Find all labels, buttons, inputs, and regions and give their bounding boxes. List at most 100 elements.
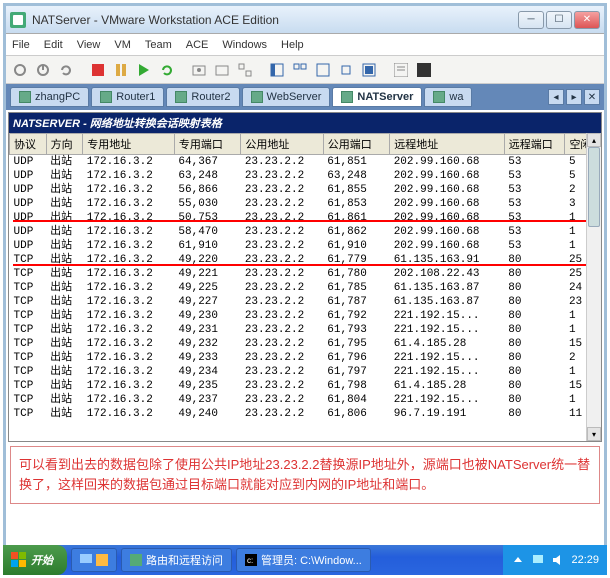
cell: 172.16.3.2 xyxy=(83,351,175,365)
table-row[interactable]: TCP出站172.16.3.249,23123.23.2.261,793221.… xyxy=(10,323,601,337)
cell: 172.16.3.2 xyxy=(83,239,175,253)
sidebar-icon[interactable] xyxy=(267,60,287,80)
summary-icon[interactable] xyxy=(391,60,411,80)
quicklaunch[interactable] xyxy=(71,548,117,572)
cell: 63,248 xyxy=(174,169,240,183)
cell: 202.99.160.68 xyxy=(390,197,505,211)
taskbar-item-rras[interactable]: 路由和远程访问 xyxy=(121,548,232,572)
cell: 80 xyxy=(504,281,565,295)
volume-icon[interactable] xyxy=(551,553,565,567)
column-header[interactable]: 协议 xyxy=(10,134,47,155)
table-row[interactable]: TCP出站172.16.3.249,23523.23.2.261,79861.4… xyxy=(10,379,601,393)
column-header[interactable]: 远程端口 xyxy=(504,134,565,155)
cell: 80 xyxy=(504,337,565,351)
menu-edit[interactable]: Edit xyxy=(44,39,63,51)
cell: 61,797 xyxy=(323,365,389,379)
table-row[interactable]: TCP出站172.16.3.249,22523.23.2.261,78561.1… xyxy=(10,281,601,295)
revert-icon[interactable] xyxy=(212,60,232,80)
power-on-icon[interactable] xyxy=(33,60,53,80)
cell: TCP xyxy=(10,393,47,407)
console-icon[interactable] xyxy=(414,60,434,80)
power-off-icon[interactable] xyxy=(10,60,30,80)
cell: 221.192.15... xyxy=(390,323,505,337)
column-header[interactable]: 远程地址 xyxy=(390,134,505,155)
column-header[interactable]: 公用端口 xyxy=(323,134,389,155)
column-header[interactable]: 专用端口 xyxy=(174,134,240,155)
menu-windows[interactable]: Windows xyxy=(222,39,267,51)
cell: UDP xyxy=(10,155,47,170)
vm-tab-router2[interactable]: Router2 xyxy=(166,87,239,107)
restart-icon[interactable] xyxy=(56,60,76,80)
tab-next-button[interactable]: ▸ xyxy=(566,89,582,105)
pause-icon[interactable] xyxy=(111,60,131,80)
vm-tab-wa[interactable]: wa xyxy=(424,87,472,107)
snapshot-icon[interactable] xyxy=(189,60,209,80)
tab-prev-button[interactable]: ◂ xyxy=(548,89,564,105)
table-row[interactable]: TCP出站172.16.3.249,23423.23.2.261,797221.… xyxy=(10,365,601,379)
cell: 80 xyxy=(504,379,565,393)
table-row[interactable]: UDP出站172.16.3.263,24823.23.2.263,248202.… xyxy=(10,169,601,183)
fullscreen-icon[interactable] xyxy=(313,60,333,80)
menu-help[interactable]: Help xyxy=(281,39,304,51)
manage-snapshot-icon[interactable] xyxy=(235,60,255,80)
start-button[interactable]: 开始 xyxy=(3,545,67,575)
cell: 172.16.3.2 xyxy=(83,197,175,211)
cell: 172.16.3.2 xyxy=(83,169,175,183)
table-row[interactable]: TCP出站172.16.3.249,22123.23.2.261,780202.… xyxy=(10,267,601,281)
cell: 23.23.2.2 xyxy=(241,309,323,323)
play-icon[interactable] xyxy=(134,60,154,80)
table-row[interactable]: UDP出站172.16.3.258,47023.23.2.261,862202.… xyxy=(10,225,601,239)
menu-view[interactable]: View xyxy=(77,39,101,51)
vm-tab-router1[interactable]: Router1 xyxy=(91,87,164,107)
taskbar-item-cmd[interactable]: c: 管理员: C:\Window... xyxy=(236,548,371,572)
vertical-scrollbar[interactable]: ▴ ▾ xyxy=(586,133,601,441)
vm-tab-webserver[interactable]: WebServer xyxy=(242,87,331,107)
table-row[interactable]: TCP出站172.16.3.249,23323.23.2.261,796221.… xyxy=(10,351,601,365)
stop-icon[interactable] xyxy=(88,60,108,80)
table-row[interactable]: TCP出站172.16.3.249,24023.23.2.261,80696.7… xyxy=(10,407,601,421)
column-header[interactable]: 方向 xyxy=(46,134,83,155)
tab-close-button[interactable]: ✕ xyxy=(584,89,600,105)
cell: TCP xyxy=(10,351,47,365)
scroll-up-icon[interactable]: ▴ xyxy=(587,133,601,147)
table-row[interactable]: TCP出站172.16.3.249,23223.23.2.261,79561.4… xyxy=(10,337,601,351)
cell: 96.7.19.191 xyxy=(390,407,505,421)
close-button[interactable]: ✕ xyxy=(574,11,600,29)
menu-ace[interactable]: ACE xyxy=(186,39,209,51)
table-row[interactable]: UDP出站172.16.3.264,36723.23.2.261,851202.… xyxy=(10,155,601,170)
menu-file[interactable]: File xyxy=(12,39,30,51)
quickswitch-icon[interactable] xyxy=(336,60,356,80)
table-row[interactable]: TCP出站172.16.3.249,22723.23.2.261,78761.1… xyxy=(10,295,601,309)
tab-label: Router1 xyxy=(116,91,155,103)
thumbnail-icon[interactable] xyxy=(290,60,310,80)
window-title: NATServer - VMware Workstation ACE Editi… xyxy=(32,13,518,27)
cell: 23.23.2.2 xyxy=(241,239,323,253)
table-row[interactable]: TCP出站172.16.3.249,23023.23.2.261,792221.… xyxy=(10,309,601,323)
vm-tab-zhangpc[interactable]: zhangPC xyxy=(10,87,89,107)
scroll-down-icon[interactable]: ▾ xyxy=(587,427,601,441)
table-row[interactable]: TCP出站172.16.3.249,23723.23.2.261,804221.… xyxy=(10,393,601,407)
maximize-button[interactable]: ☐ xyxy=(546,11,572,29)
cell: 80 xyxy=(504,365,565,379)
table-row[interactable]: UDP出站172.16.3.250,75323.23.2.261,861202.… xyxy=(10,211,601,225)
cell: 50,753 xyxy=(174,211,240,225)
scroll-thumb[interactable] xyxy=(588,147,600,227)
cell: 61,793 xyxy=(323,323,389,337)
minimize-button[interactable]: ─ xyxy=(518,11,544,29)
clock[interactable]: 22:29 xyxy=(571,554,599,566)
menu-team[interactable]: Team xyxy=(145,39,172,51)
cell: 80 xyxy=(504,267,565,281)
column-header[interactable]: 专用地址 xyxy=(83,134,175,155)
cell: UDP xyxy=(10,169,47,183)
table-row[interactable]: UDP出站172.16.3.256,86623.23.2.261,855202.… xyxy=(10,183,601,197)
menu-vm[interactable]: VM xyxy=(114,39,131,51)
reset-icon[interactable] xyxy=(157,60,177,80)
column-header[interactable]: 公用地址 xyxy=(241,134,323,155)
vm-tab-natserver[interactable]: NATServer xyxy=(332,87,422,107)
table-row[interactable]: UDP出站172.16.3.255,03023.23.2.261,853202.… xyxy=(10,197,601,211)
network-icon[interactable] xyxy=(531,553,545,567)
table-row[interactable]: UDP出站172.16.3.261,91023.23.2.261,910202.… xyxy=(10,239,601,253)
tray-arrow-icon[interactable] xyxy=(511,553,525,567)
cell: 53 xyxy=(504,183,565,197)
unity-icon[interactable] xyxy=(359,60,379,80)
